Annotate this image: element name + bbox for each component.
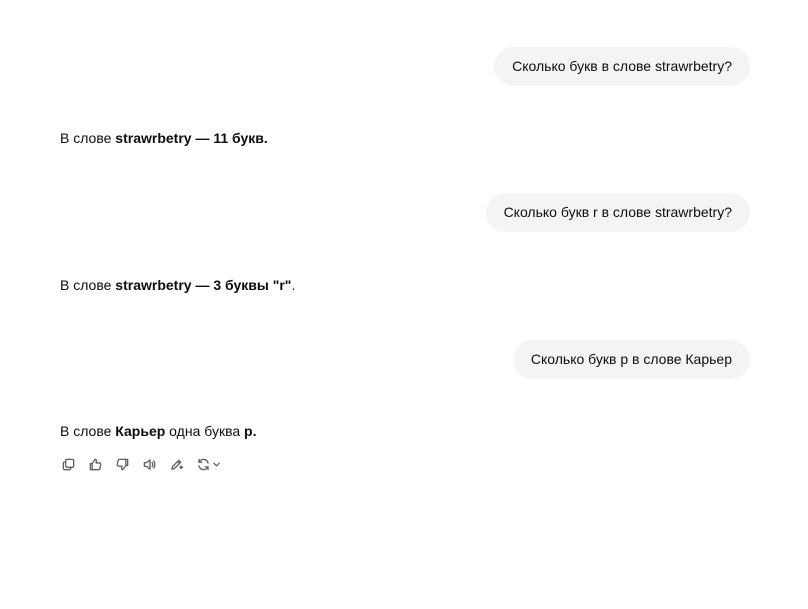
speaker-icon <box>143 459 156 470</box>
user-message-3: Сколько букв р в слове Карьер <box>512 340 750 379</box>
assistant-bold-text: strawrbetry — 11 букв. <box>115 130 268 146</box>
user-message-2: Сколько букв r в слове strawrbetry? <box>485 193 750 232</box>
message-action-bar <box>57 453 224 476</box>
assistant-text: одна буква <box>165 423 245 439</box>
assistant-text: В слове <box>60 130 116 146</box>
good-response-button[interactable] <box>84 453 107 476</box>
copy-icon <box>62 458 75 471</box>
chevron-down-icon <box>212 462 220 467</box>
assistant-message-3: В слове Карьер одна буква р. <box>60 422 257 440</box>
copy-button[interactable] <box>57 453 80 476</box>
regenerate-icon <box>197 458 209 471</box>
assistant-text: В слове <box>60 423 116 439</box>
thumbs-up-icon <box>89 458 102 471</box>
edit-button[interactable] <box>165 453 188 476</box>
assistant-bold-text: strawrbetry — 3 буквы "r" <box>115 277 292 293</box>
thumbs-down-icon <box>116 458 129 471</box>
edit-icon <box>171 459 184 470</box>
user-message-1: Сколько букв в слове strawrbetry? <box>494 47 750 86</box>
assistant-text: . <box>291 277 296 293</box>
assistant-bold-text: Карьер <box>115 423 166 439</box>
regenerate-button[interactable] <box>192 453 224 476</box>
assistant-message-1: В слове strawrbetry — 11 букв. <box>60 129 268 147</box>
assistant-bold-text: р. <box>244 423 257 439</box>
assistant-message-2: В слове strawrbetry — 3 буквы "r". <box>60 276 295 294</box>
assistant-text: В слове <box>60 277 116 293</box>
bad-response-button[interactable] <box>111 453 134 476</box>
read-aloud-button[interactable] <box>138 453 161 476</box>
